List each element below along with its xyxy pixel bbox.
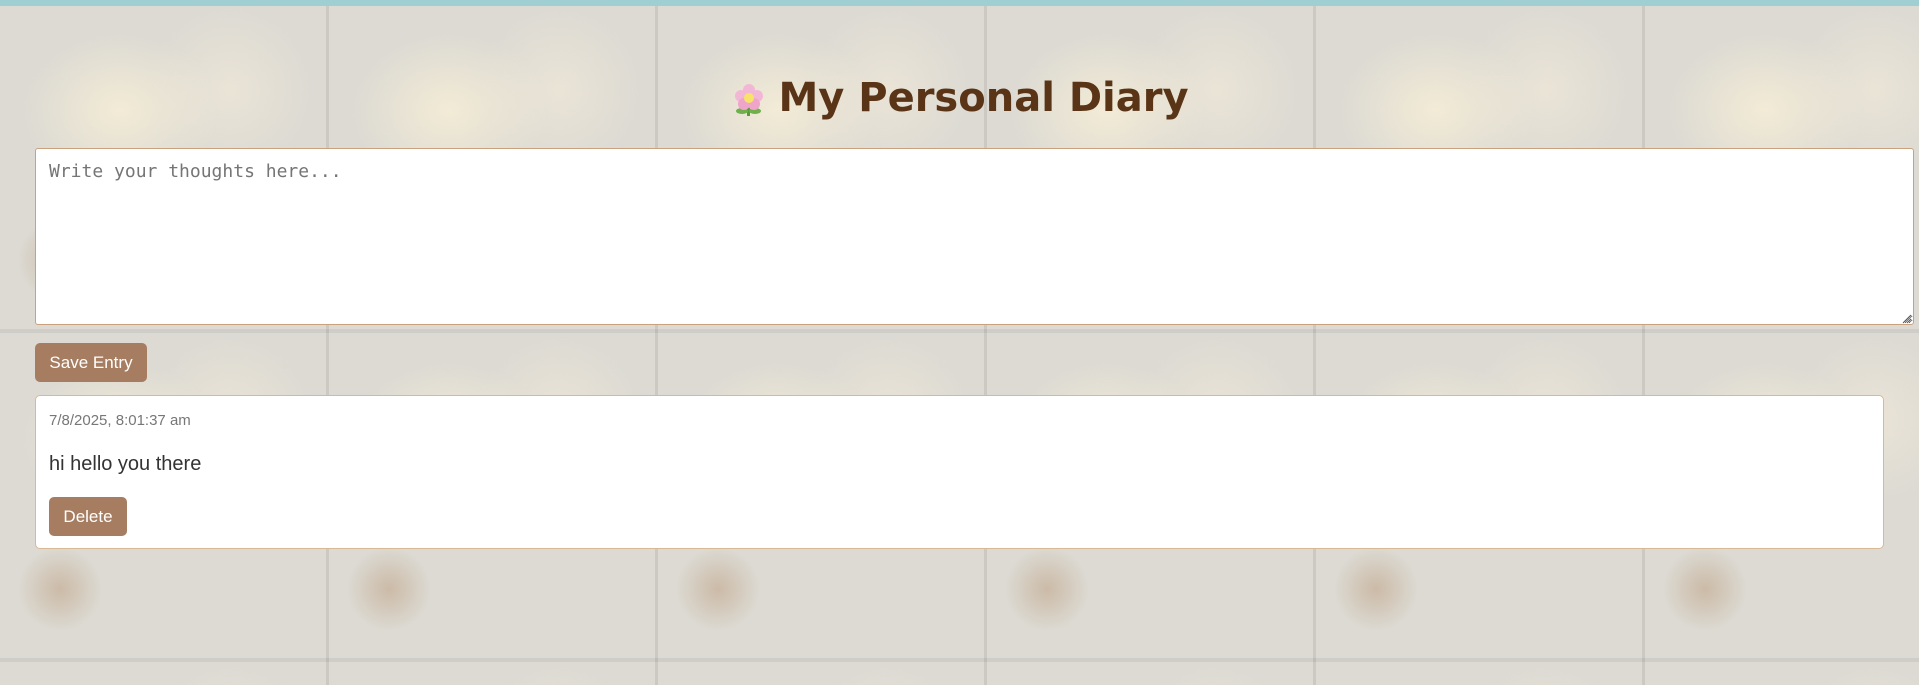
save-entry-button[interactable]: Save Entry	[35, 343, 147, 382]
entry-text: hi hello you there	[49, 453, 202, 475]
entry-timestamp: 7/8/2025, 8:01:37 am	[49, 412, 191, 429]
page-title-text: My Personal Diary	[778, 75, 1189, 121]
page-title: My Personal Diary	[0, 68, 1919, 128]
top-accent-bar	[0, 0, 1919, 6]
delete-entry-button[interactable]: Delete	[49, 497, 127, 536]
diary-entry-card: 7/8/2025, 8:01:37 am hi hello you there …	[35, 395, 1884, 549]
diary-entry-input[interactable]	[35, 148, 1914, 325]
flower-icon	[730, 77, 768, 116]
